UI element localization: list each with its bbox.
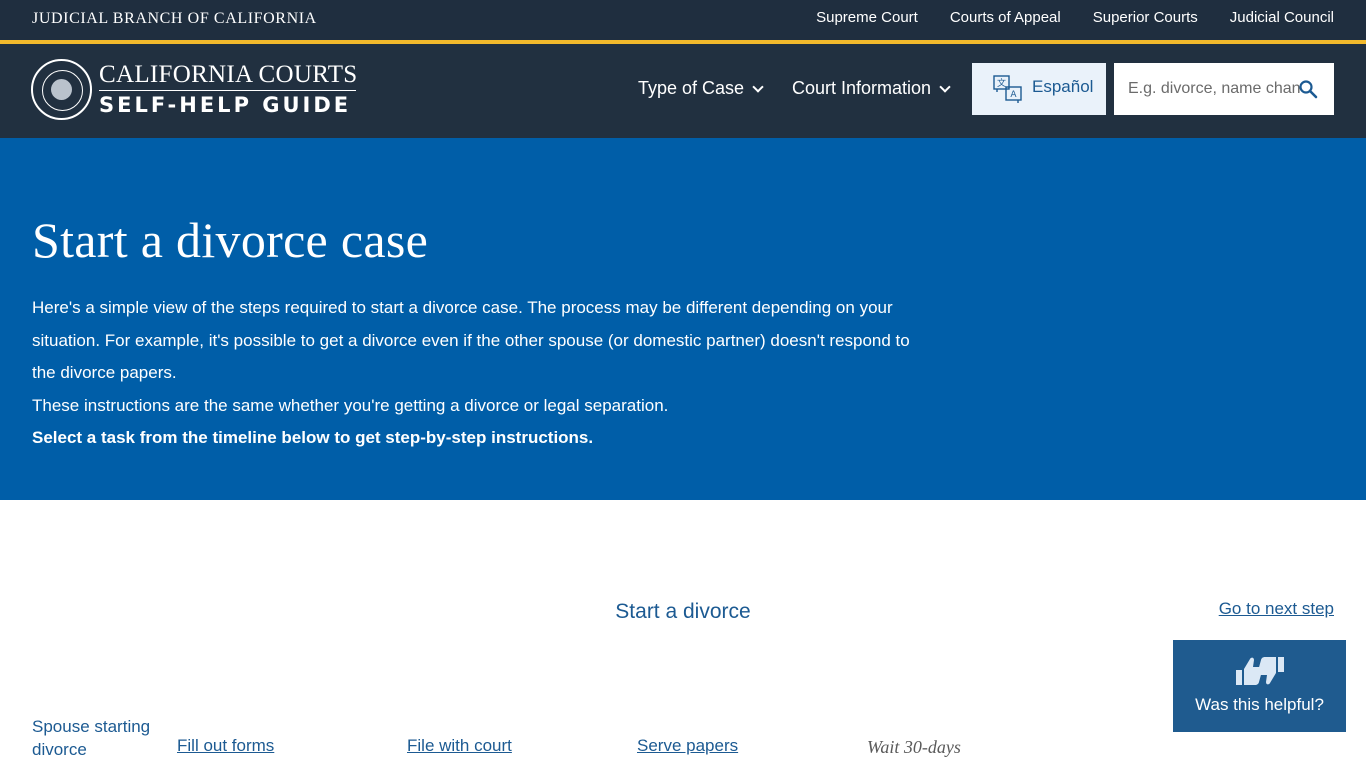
nav-type-of-case-label: Type of Case [638, 78, 745, 98]
intro-text: Here's a simple view of the steps requir… [32, 298, 910, 382]
step-file-with-court[interactable]: File with court [407, 736, 512, 756]
nav-type-of-case[interactable]: Type of Case [638, 78, 764, 99]
separation-note: These instructions are the same whether … [32, 396, 669, 415]
step-serve-papers[interactable]: Serve papers [637, 736, 738, 756]
feedback-label: Was this helpful? [1195, 695, 1324, 714]
translate-icon: 文 A [993, 75, 1022, 103]
feedback-button[interactable]: Was this helpful? [1173, 640, 1346, 732]
logo-divider [99, 90, 356, 91]
chevron-down-icon [752, 81, 764, 93]
go-to-next-step-link[interactable]: Go to next step [1219, 599, 1334, 619]
page-title: Start a divorce case [32, 212, 429, 268]
search-icon[interactable] [1298, 79, 1318, 99]
logo-subtitle[interactable]: SELF-HELP GUIDE [99, 92, 351, 118]
utility-links: Supreme Court Courts of Appeal Superior … [816, 9, 1334, 26]
hero-banner: Start a divorce case Here's a simple vie… [0, 138, 1366, 500]
espanol-label: Español [1032, 77, 1094, 96]
logo-title[interactable]: CALIFORNIA COURTS [99, 62, 358, 88]
utility-bar: JUDICIAL BRANCH OF CALIFORNIA Supreme Co… [0, 0, 1366, 41]
link-supreme-court[interactable]: Supreme Court [816, 9, 918, 26]
thumbs-up-down-icon [1235, 657, 1284, 685]
svg-text:文: 文 [997, 77, 1006, 89]
timeline-row-label: Spouse starting divorce [32, 717, 151, 759]
judicial-branch-label: JUDICIAL BRANCH OF CALIFORNIA [32, 10, 317, 27]
link-judicial-council[interactable]: Judicial Council [1230, 9, 1334, 26]
link-superior-courts[interactable]: Superior Courts [1093, 9, 1198, 26]
nav-court-information-label: Court Information [792, 78, 932, 98]
timeline-instruction: Select a task from the timeline below to… [32, 428, 594, 447]
chevron-down-icon [939, 81, 951, 93]
step-fill-out-forms[interactable]: Fill out forms [177, 736, 274, 756]
svg-text:A: A [1010, 90, 1017, 100]
court-seal-icon[interactable] [31, 59, 92, 120]
link-courts-of-appeal[interactable]: Courts of Appeal [950, 9, 1061, 26]
search-box [1114, 63, 1334, 115]
site-header: CALIFORNIA COURTS SELF-HELP GUIDE Type o… [0, 44, 1366, 138]
espanol-button[interactable]: 文 A Español [972, 63, 1106, 115]
wait-period: Wait 30-days [867, 737, 961, 757]
nav-court-information[interactable]: Court Information [792, 78, 951, 99]
timeline-title: Start a divorce [615, 600, 751, 623]
